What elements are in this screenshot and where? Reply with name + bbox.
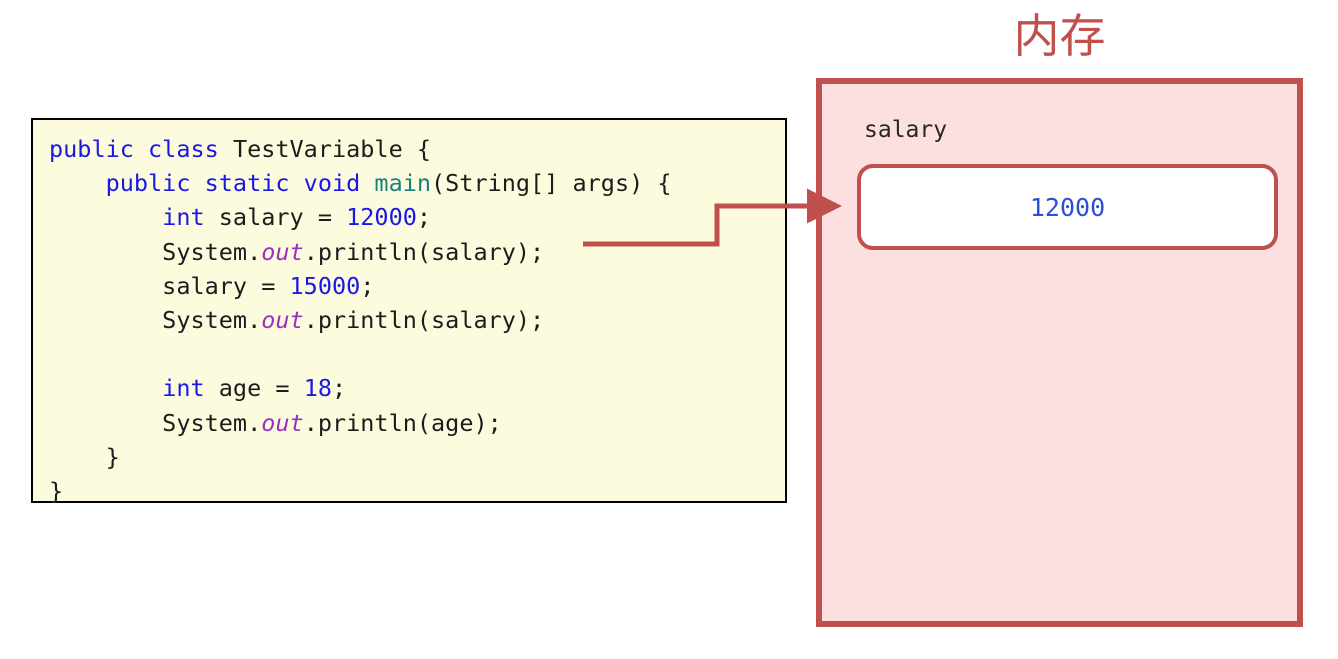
code-token: }: [49, 442, 120, 471]
code-token: out: [261, 408, 304, 437]
code-token: age =: [204, 374, 304, 403]
code-snippet-panel: public class TestVariable { public stati…: [31, 118, 787, 505]
memory-region-box: salary 12000: [816, 78, 1303, 627]
code-line: }: [49, 474, 672, 508]
code-token: 18: [303, 374, 332, 403]
code-line: int age = 18;: [49, 371, 672, 405]
code-line: int salary = 12000;: [49, 200, 672, 234]
code-token: 12000: [346, 203, 417, 232]
code-token: System.: [49, 305, 262, 334]
code-token: .println(salary);: [303, 237, 545, 266]
code-token: int: [162, 374, 205, 403]
code-token: out: [261, 305, 304, 334]
code-token: ;: [331, 374, 347, 403]
memory-diagram-title: 内存: [1013, 9, 1106, 63]
memory-value-text: 12000: [1029, 192, 1106, 222]
code-line: System.out.println(salary);: [49, 235, 672, 269]
code-token: .println(salary);: [303, 305, 545, 334]
memory-variable-name-label: salary: [864, 117, 948, 143]
code-token: System.: [49, 408, 262, 437]
code-token: salary =: [204, 203, 347, 232]
code-token: TestVariable {: [232, 135, 432, 163]
code-line: public class TestVariable {: [49, 132, 672, 166]
code-token: public static void: [105, 169, 375, 198]
code-token: main: [374, 169, 432, 198]
code-line: public static void main(String[] args) {: [49, 166, 672, 200]
code-token: int: [162, 203, 205, 232]
java-code-listing: public class TestVariable { public stati…: [49, 132, 672, 508]
code-token: .println(age);: [303, 408, 502, 437]
code-token: }: [49, 476, 64, 505]
code-line: }: [49, 440, 672, 474]
code-token: ;: [360, 271, 375, 300]
memory-value-slot: 12000: [857, 164, 1278, 250]
code-token: System.: [49, 237, 262, 266]
code-token: salary =: [49, 271, 290, 300]
code-line: [49, 337, 672, 371]
code-token: (String[] args) {: [431, 169, 672, 198]
code-token: ;: [416, 203, 432, 232]
code-line: System.out.println(salary);: [49, 303, 672, 337]
code-token: public class: [49, 135, 233, 163]
code-token: 15000: [289, 271, 361, 300]
code-line: System.out.println(age);: [49, 406, 672, 440]
code-line: salary = 15000;: [49, 269, 672, 303]
code-token: out: [261, 237, 304, 266]
